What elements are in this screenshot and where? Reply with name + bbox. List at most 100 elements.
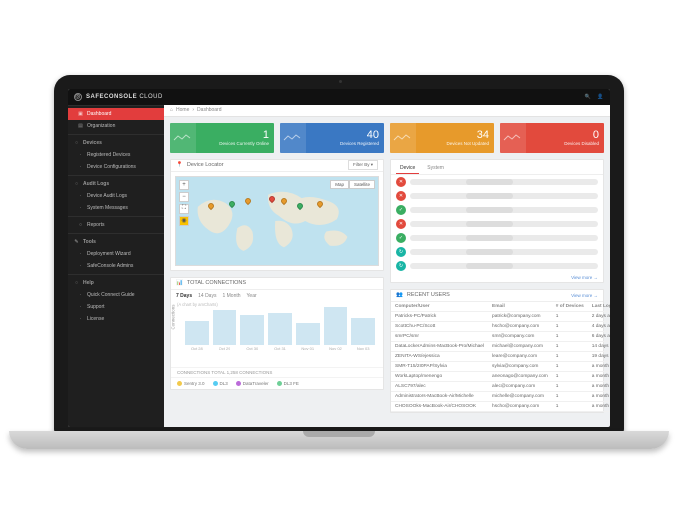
sidebar-icon: · bbox=[78, 316, 83, 322]
event-status-icon: ✓ bbox=[396, 205, 406, 215]
event-row[interactable]: ✓ bbox=[391, 203, 603, 217]
sidebar-item-organization[interactable]: ▤Organization bbox=[68, 120, 164, 132]
main-area: ⌂ Home › Dashboard 1Devices Currently On… bbox=[164, 105, 610, 427]
sidebar-icon: ○ bbox=[74, 280, 79, 286]
sidebar-item-system-messages[interactable]: ·System Messages bbox=[68, 202, 164, 214]
map-type-satellite[interactable]: Satellite bbox=[349, 180, 375, 189]
event-status-icon: ✕ bbox=[396, 177, 406, 187]
sidebar-item-device-audit-logs[interactable]: ·Device Audit Logs bbox=[68, 190, 164, 202]
event-text bbox=[410, 249, 598, 255]
table-header[interactable]: Computer/User bbox=[391, 302, 488, 312]
world-map[interactable]: + − ⛶ ◉ Map Satellite bbox=[175, 176, 379, 266]
table-row[interactable]: ZENITA-WS/ejessicaleare@company.com119 d… bbox=[391, 351, 610, 361]
sidebar-item-device-configurations[interactable]: ·Device Configurations bbox=[68, 161, 164, 173]
event-status-icon: ✓ bbox=[396, 233, 406, 243]
sidebar-item-audit-logs: ○Audit Logs bbox=[68, 178, 164, 190]
map-type-map[interactable]: Map bbox=[330, 180, 349, 189]
table-header[interactable]: # of Devices bbox=[552, 302, 588, 312]
chart-legend: Sentry 3.0DL3DataTravelerDL3 FE bbox=[171, 377, 383, 389]
filter-by-button[interactable]: Filter By ▾ bbox=[348, 160, 378, 170]
event-text bbox=[410, 263, 598, 269]
sidebar-item-help: ○Help bbox=[68, 277, 164, 289]
laptop-base bbox=[9, 431, 669, 449]
range-option[interactable]: Year bbox=[247, 293, 257, 299]
sidebar-icon: · bbox=[78, 263, 83, 269]
sidebar-icon: ✎ bbox=[74, 239, 79, 245]
table-row[interactable]: ALSC797/alecalec@company.com1a month ago bbox=[391, 381, 610, 391]
table-row[interactable]: DataLockerAdmins-MacBook-Pro/Michaelmich… bbox=[391, 341, 610, 351]
range-option[interactable]: 1 Month bbox=[222, 293, 240, 299]
recent-users-panel: 👥 RECENT USERS View more → Computer/User… bbox=[390, 289, 604, 413]
event-row[interactable]: ✕ bbox=[391, 175, 603, 189]
event-status-icon: ↻ bbox=[396, 247, 406, 257]
event-text bbox=[410, 193, 598, 199]
zoom-out-button[interactable]: − bbox=[179, 192, 189, 202]
chart-bar: Oct 28 bbox=[185, 305, 209, 351]
brand-title: SAFECONSOLE CLOUD bbox=[86, 94, 163, 100]
events-tab-system[interactable]: System bbox=[423, 163, 448, 174]
event-text bbox=[410, 207, 598, 213]
chart-footer: CONNECTIONS TOTAL 1,258 CONNECTIONS bbox=[171, 367, 383, 377]
summary-card[interactable]: 40Devices Registered bbox=[280, 123, 384, 153]
table-row[interactable]: SMR-T15/2I0PAP/Sylviasylvia@company.com1… bbox=[391, 361, 610, 371]
streetview-button[interactable]: ◉ bbox=[179, 216, 189, 226]
table-row[interactable]: ScottChu-PC/Scotthscho@company.com14 day… bbox=[391, 321, 610, 331]
sidebar-item-safeconsole-admins[interactable]: ·SafeConsole Admins bbox=[68, 260, 164, 272]
table-row[interactable]: Administrators-MacBook-Air/Michellemiche… bbox=[391, 391, 610, 401]
sidebar-item-quick-connect-guide[interactable]: ·Quick Connect Guide bbox=[68, 289, 164, 301]
table-row[interactable]: CHOSOOks-MacBook-Air/CHOSOOKhscho@compan… bbox=[391, 401, 610, 411]
sidebar-item-support[interactable]: ·Support bbox=[68, 301, 164, 313]
events-panel: Device System ✕ ✕ ✓ ✕ ✓ ↻ ↻ View more → bbox=[390, 159, 604, 283]
summary-cards: 1Devices Currently Online40Devices Regis… bbox=[164, 117, 610, 159]
crumb-home[interactable]: Home bbox=[176, 107, 189, 113]
crumb-current: Dashboard bbox=[197, 107, 221, 113]
summary-card[interactable]: 1Devices Currently Online bbox=[170, 123, 274, 153]
sparkline-icon bbox=[390, 123, 416, 153]
users-view-more-link[interactable]: View more → bbox=[571, 293, 598, 298]
event-row[interactable]: ✓ bbox=[391, 231, 603, 245]
table-header[interactable]: Last Logged In bbox=[588, 302, 610, 312]
sidebar-icon: · bbox=[78, 205, 83, 211]
table-row[interactable]: smrPC/smrsmr@company.com16 days ago bbox=[391, 331, 610, 341]
summary-card[interactable]: 0Devices Disabled bbox=[500, 123, 604, 153]
event-status-icon: ✕ bbox=[396, 191, 406, 201]
sidebar-item-reports[interactable]: ○Reports bbox=[68, 219, 164, 231]
sidebar-item-registered-devices[interactable]: ·Registered Devices bbox=[68, 149, 164, 161]
sparkline-icon bbox=[170, 123, 196, 153]
sidebar-item-dashboard[interactable]: ▣Dashboard bbox=[68, 108, 164, 120]
events-view-more-link[interactable]: View more → bbox=[391, 273, 603, 282]
users-icon: 👥 bbox=[396, 292, 403, 298]
sidebar-icon: · bbox=[78, 152, 83, 158]
pin-icon: 📍 bbox=[176, 162, 183, 168]
header-user-icon[interactable]: 👤 bbox=[597, 94, 604, 100]
event-row[interactable]: ↻ bbox=[391, 245, 603, 259]
event-row[interactable]: ✕ bbox=[391, 217, 603, 231]
events-tab-device[interactable]: Device bbox=[396, 163, 419, 174]
table-header[interactable]: Email bbox=[488, 302, 552, 312]
sidebar-icon: ○ bbox=[74, 181, 79, 187]
event-row[interactable]: ✕ bbox=[391, 189, 603, 203]
summary-card[interactable]: 34Devices Not Updated bbox=[390, 123, 494, 153]
locator-title: Device Locator bbox=[187, 162, 224, 168]
chart-icon: 📊 bbox=[176, 280, 183, 286]
sidebar-item-deployment-wizard[interactable]: ·Deployment Wizard bbox=[68, 248, 164, 260]
zoom-in-button[interactable]: + bbox=[179, 180, 189, 190]
header-search-icon[interactable]: 🔍 bbox=[585, 94, 592, 100]
table-row[interactable]: Patricks-PC/Patrickpatrick@company.com12… bbox=[391, 311, 610, 321]
recent-users-table: Computer/UserEmail# of DevicesLast Logge… bbox=[391, 302, 610, 412]
sidebar-icon: · bbox=[78, 251, 83, 257]
fullscreen-button[interactable]: ⛶ bbox=[179, 204, 189, 214]
chart-bar: Nov 01 bbox=[296, 305, 320, 351]
range-option[interactable]: 7 Days bbox=[176, 293, 192, 299]
legend-item: Sentry 3.0 bbox=[177, 381, 205, 386]
sidebar-icon: · bbox=[78, 304, 83, 310]
range-option[interactable]: 14 Days bbox=[198, 293, 216, 299]
legend-item: DataTraveler bbox=[236, 381, 269, 386]
home-icon[interactable]: ⌂ bbox=[170, 107, 173, 113]
sidebar-icon: · bbox=[78, 193, 83, 199]
table-row[interactable]: WorkLaptop/menengoaneonago@company.com1a… bbox=[391, 371, 610, 381]
event-row[interactable]: ↻ bbox=[391, 259, 603, 273]
legend-item: DL3 bbox=[213, 381, 228, 386]
breadcrumb: ⌂ Home › Dashboard bbox=[164, 105, 610, 117]
sidebar-item-license[interactable]: ·License bbox=[68, 313, 164, 325]
